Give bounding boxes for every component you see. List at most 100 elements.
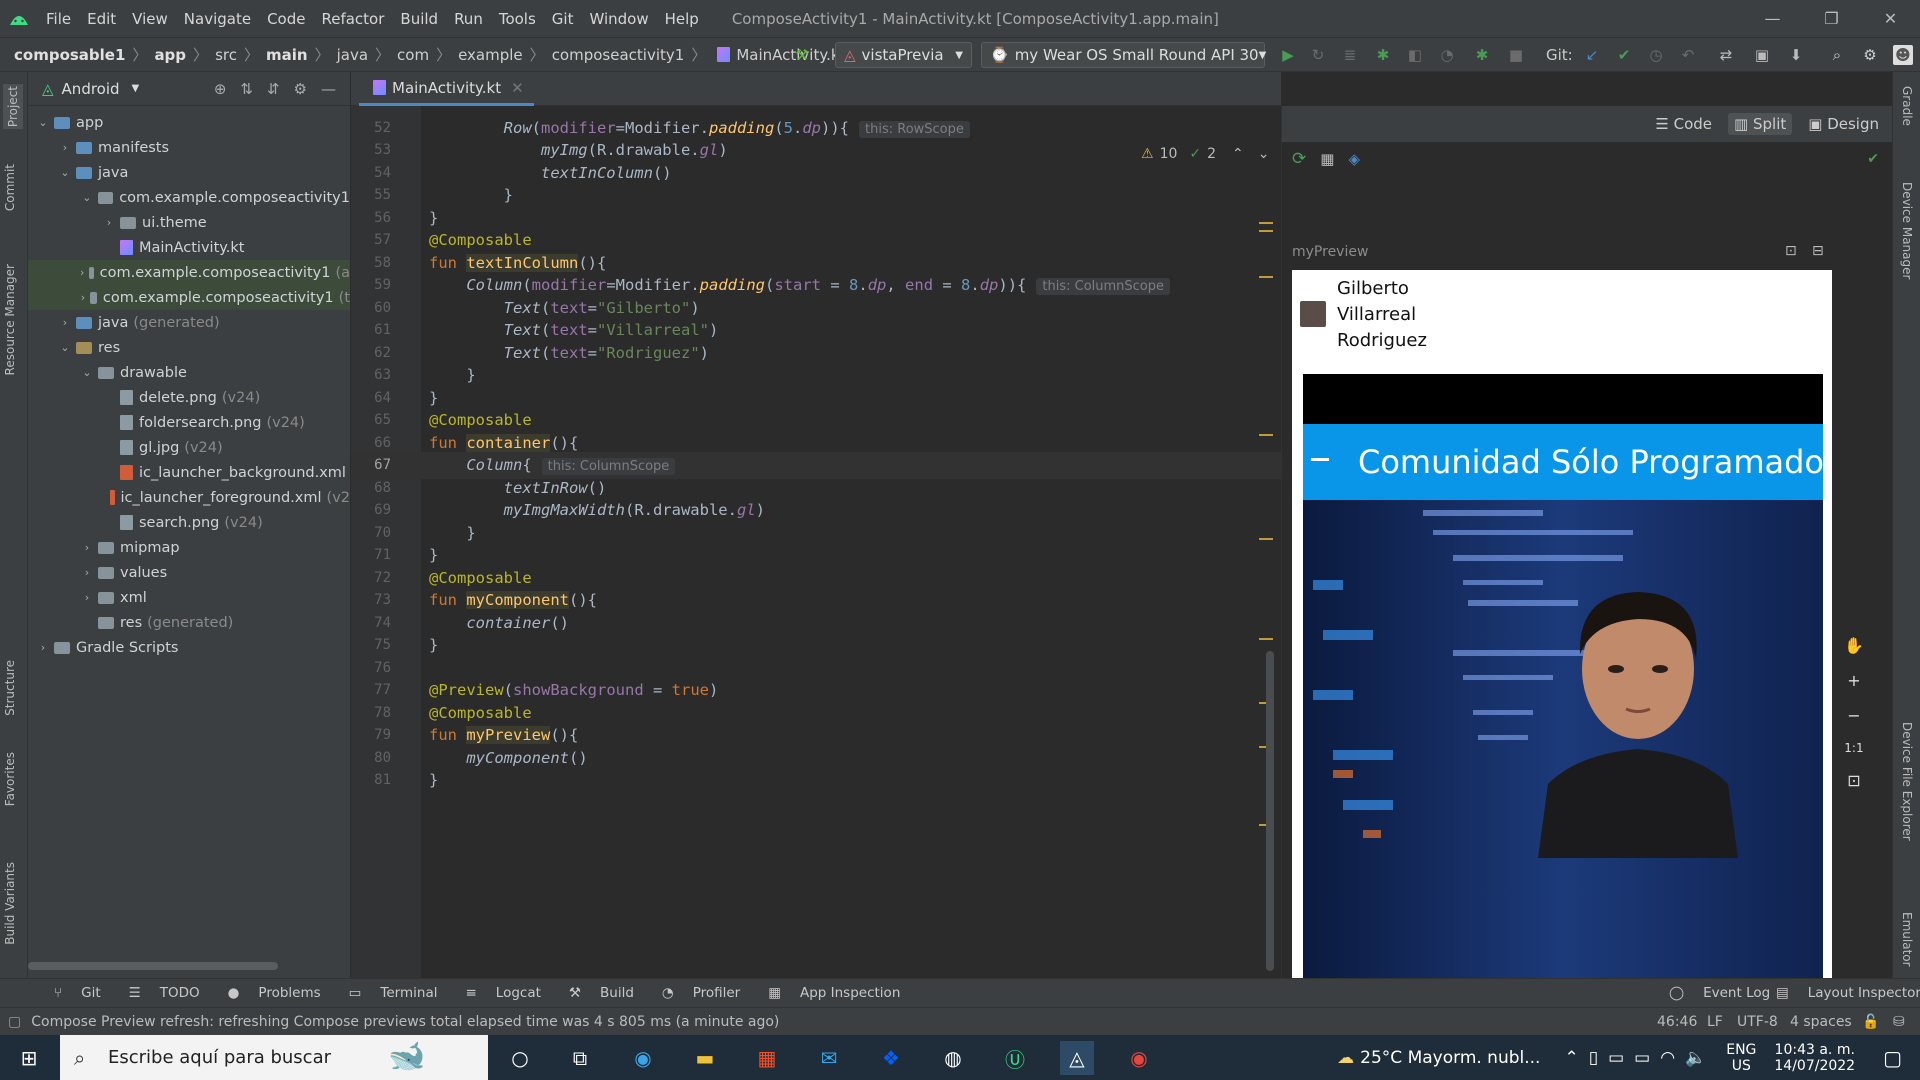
android-studio-taskbar-icon[interactable]: ◬ bbox=[1060, 1041, 1094, 1075]
tree-item[interactable]: search.png (v24) bbox=[28, 510, 350, 535]
tree-item[interactable]: › manifests bbox=[28, 135, 350, 160]
volume-icon[interactable]: 🔈 bbox=[1685, 1048, 1706, 1068]
refresh-icon[interactable]: ⟳ bbox=[1292, 149, 1306, 169]
layout-icon[interactable]: ▦ bbox=[1320, 150, 1334, 168]
tab-emulator[interactable]: Emulator bbox=[1900, 912, 1914, 967]
menu-build[interactable]: Build bbox=[392, 10, 446, 28]
zoom-fit-icon[interactable]: ⊡ bbox=[1847, 771, 1860, 790]
attach-debugger-icon[interactable]: ✱ bbox=[1472, 45, 1492, 65]
file-explorer-icon[interactable]: ▬ bbox=[688, 1041, 722, 1075]
horizontal-scrollbar[interactable] bbox=[28, 962, 278, 970]
tab-favorites[interactable]: Favorites bbox=[3, 752, 17, 806]
hammer-icon[interactable]: ⚒ bbox=[792, 45, 812, 65]
clock[interactable]: 10:43 a. m. 14/07/2022 bbox=[1774, 1042, 1855, 1074]
device-manager-icon[interactable]: ▣ bbox=[1752, 45, 1772, 65]
tree-item[interactable]: res (generated) bbox=[28, 610, 350, 635]
tool-git-button[interactable]: ⑂ Git bbox=[40, 985, 101, 1001]
taskbar-search[interactable]: ⌕ Escribe aquí para buscar 🐋 bbox=[60, 1035, 488, 1080]
show-hidden-icons-icon[interactable]: ⌃ bbox=[1564, 1048, 1578, 1068]
tab-build-variants[interactable]: Build Variants bbox=[3, 862, 17, 945]
chrome-icon[interactable]: ◉ bbox=[1122, 1041, 1156, 1075]
status-toggle-icon[interactable]: ▢ bbox=[8, 1014, 21, 1030]
project-view-select[interactable]: Android bbox=[62, 80, 120, 98]
tab-project[interactable]: Project bbox=[3, 84, 23, 130]
tree-item[interactable]: MainActivity.kt bbox=[28, 235, 350, 260]
menu-git[interactable]: Git bbox=[544, 10, 582, 28]
indent-setting[interactable]: 4 spaces bbox=[1790, 1014, 1852, 1030]
breadcrumb-item[interactable]: com bbox=[397, 46, 429, 64]
chevron-right-icon[interactable]: › bbox=[80, 566, 94, 579]
notifications-icon[interactable]: ▢ bbox=[1883, 1046, 1902, 1070]
menu-tools[interactable]: Tools bbox=[491, 10, 544, 28]
chevron-right-icon[interactable]: › bbox=[102, 216, 116, 229]
locate-icon[interactable]: ⊕ bbox=[214, 80, 227, 98]
event-log-button[interactable]: ◯ Event Log bbox=[1669, 985, 1770, 1001]
tool-problems-button[interactable]: ● Problems bbox=[214, 985, 321, 1001]
code-editor[interactable]: ⚠ 10 ✓ 2 ⌃ ⌄ 52 Row(modifier=Modifier.pa… bbox=[351, 106, 1281, 978]
expand-all-icon[interactable]: ⇅ bbox=[240, 80, 253, 98]
device-select[interactable]: ⌚ my Wear OS Small Round API 30 ▼ bbox=[981, 42, 1266, 68]
tool-build-button[interactable]: ⚒ Build bbox=[555, 985, 634, 1001]
lock-icon[interactable]: 🔓 bbox=[1862, 1014, 1879, 1030]
zoom-out-button[interactable]: − bbox=[1847, 706, 1860, 725]
tray-app-icon[interactable]: ▯ bbox=[1589, 1048, 1598, 1068]
hide-icon[interactable]: — bbox=[321, 80, 336, 98]
code-mode-button[interactable]: ☰ Code bbox=[1655, 115, 1712, 133]
layers-icon[interactable]: ◈ bbox=[1348, 150, 1360, 168]
debug-icon[interactable]: ✱ bbox=[1373, 45, 1393, 65]
cortana-icon[interactable]: ○ bbox=[503, 1041, 537, 1075]
tree-item[interactable]: › mipmap bbox=[28, 535, 350, 560]
menu-window[interactable]: Window bbox=[581, 10, 656, 28]
tool-profiler-button[interactable]: ◔ Profiler bbox=[648, 985, 740, 1001]
tree-item[interactable]: ⌄ res bbox=[28, 335, 350, 360]
windows-start-icon[interactable]: ⊞ bbox=[12, 1041, 46, 1075]
chevron-down-icon[interactable]: ⌄ bbox=[80, 191, 94, 204]
breadcrumb-item[interactable]: main bbox=[266, 46, 308, 64]
tab-device-manager[interactable]: Device Manager bbox=[1900, 182, 1914, 279]
upwork-icon[interactable]: Ⓤ bbox=[998, 1041, 1032, 1075]
chevron-right-icon[interactable]: › bbox=[80, 591, 94, 604]
layout-inspector-button[interactable]: ▤ Layout Inspector bbox=[1776, 985, 1920, 1001]
tree-item[interactable]: › values bbox=[28, 560, 350, 585]
zoom-in-button[interactable]: + bbox=[1847, 671, 1860, 690]
caret-position[interactable]: 46:46 bbox=[1657, 1014, 1697, 1030]
breadcrumb-item[interactable]: MainActivity.kt bbox=[736, 46, 845, 64]
status-message[interactable]: Compose Preview refresh: refreshing Comp… bbox=[31, 1014, 779, 1030]
interactive-mode-icon[interactable]: ⊡ bbox=[1785, 243, 1797, 259]
wifi-icon[interactable]: ◠ bbox=[1660, 1048, 1675, 1068]
git-update-icon[interactable]: ↙ bbox=[1582, 45, 1602, 65]
menu-view[interactable]: View bbox=[124, 10, 176, 28]
menu-file[interactable]: File bbox=[38, 10, 79, 28]
tree-item[interactable]: › com.example.composeactivity1 (a bbox=[28, 260, 350, 285]
tab-gradle[interactable]: Gradle bbox=[1900, 86, 1914, 126]
deploy-preview-icon[interactable]: ⊟ bbox=[1812, 243, 1824, 259]
breadcrumb-item[interactable]: composable1 bbox=[14, 46, 125, 64]
breadcrumb-item[interactable]: java bbox=[337, 46, 368, 64]
language-indicator[interactable]: ENG US bbox=[1726, 1042, 1756, 1074]
tree-item[interactable]: gl.jpg (v24) bbox=[28, 435, 350, 460]
tab-device-file-explorer[interactable]: Device File Explorer bbox=[1900, 722, 1914, 841]
tab-resource-manager[interactable]: Resource Manager bbox=[3, 264, 17, 375]
tab-mainactivity[interactable]: MainActivity.kt ✕ bbox=[359, 72, 534, 106]
breadcrumb-item[interactable]: app bbox=[154, 46, 186, 64]
git-history-icon[interactable]: ◷ bbox=[1646, 45, 1666, 65]
run-icon[interactable]: ▶ bbox=[1278, 45, 1298, 65]
apply-changes-icon[interactable]: ≣ bbox=[1340, 45, 1360, 65]
preview-render[interactable]: Gilberto Villarreal Rodriguez Comunidad … bbox=[1292, 270, 1832, 980]
split-mode-button[interactable]: ▥ Split bbox=[1728, 113, 1793, 135]
chevron-down-icon[interactable]: ⌄ bbox=[80, 366, 94, 379]
git-rollback-icon[interactable]: ↶ bbox=[1678, 45, 1698, 65]
tree-item[interactable]: ic_launcher_background.xml bbox=[28, 460, 350, 485]
rerun-icon[interactable]: ↻ bbox=[1308, 45, 1328, 65]
code-line[interactable]: 81} bbox=[351, 767, 1281, 794]
breadcrumb-item[interactable]: composeactivity1 bbox=[552, 46, 685, 64]
tree-item[interactable]: ⌄ drawable bbox=[28, 360, 350, 385]
close-icon[interactable]: ✕ bbox=[1861, 0, 1920, 37]
tree-item[interactable]: ⌄ java bbox=[28, 160, 350, 185]
memory-icon[interactable]: ⛁ bbox=[1893, 1014, 1905, 1030]
chevron-down-icon[interactable]: ⌄ bbox=[58, 166, 72, 179]
store-icon[interactable]: ▦ bbox=[750, 1041, 784, 1075]
tree-item[interactable]: ⌄ com.example.composeactivity1 bbox=[28, 185, 350, 210]
tree-item[interactable]: ⌄ app bbox=[28, 110, 350, 135]
chevron-right-icon[interactable]: › bbox=[80, 291, 86, 304]
